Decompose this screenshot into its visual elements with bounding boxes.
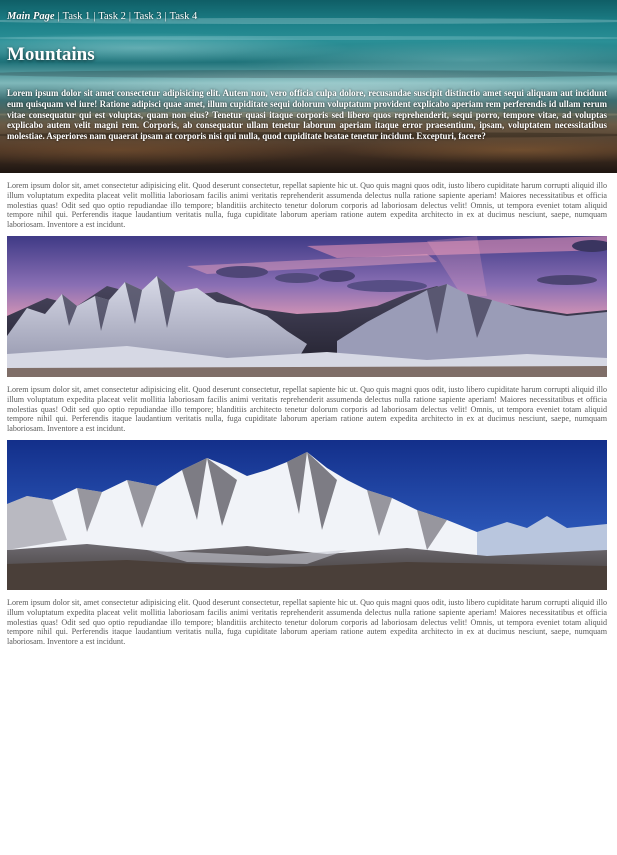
hero-background-streak [0,36,617,40]
hero-background-streak [0,70,617,78]
main-content: Lorem ipsum dolor sit, amet consectetur … [0,173,617,647]
nav-link-task-2[interactable]: Task 2 [98,11,126,22]
hero-header: Main Page | Task 1 | Task 2 | Task 3 | Task 4 Mo… [0,0,617,173]
mountain-everest-image [7,439,607,590]
content-paragraph-3: Lorem ipsum dolor sit, amet consectetur … [7,597,607,647]
hero-intro-text: Lorem ipsum dolor sit amet consectetur a… [7,88,607,142]
nav-separator: | [164,11,167,22]
content-paragraph-2: Lorem ipsum dolor sit, amet consectetur … [7,384,607,434]
nav-separator: | [128,11,131,22]
nav-link-task-3[interactable]: Task 3 [134,11,162,22]
nav-link-main-page[interactable]: Main Page [7,11,55,22]
nav-link-task-4[interactable]: Task 4 [170,11,198,22]
main-navigation: Main Page | Task 1 | Task 2 | Task 3 | Task 4 [7,11,197,22]
content-paragraph-1: Lorem ipsum dolor sit, amet consectetur … [7,181,607,230]
page-title: Mountains [7,44,95,65]
nav-link-task-1[interactable]: Task 1 [63,11,91,22]
nav-separator: | [57,11,60,22]
mountain-sunset-image [7,235,607,377]
